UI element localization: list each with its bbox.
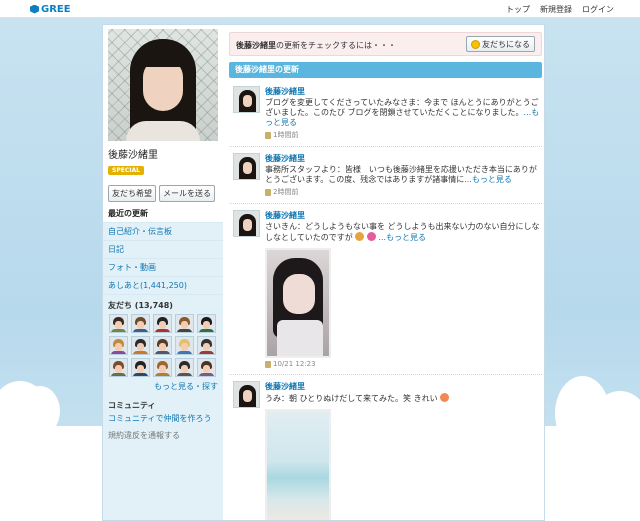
notice-name: 後藤沙緒里 (236, 41, 276, 50)
friend-avatar[interactable] (197, 358, 216, 377)
item-text: さいきん：どうしようもない事を どうしようも出来ない力のない自分にしなしなとして… (265, 222, 540, 242)
feed-photo[interactable] (265, 248, 331, 358)
friend-avatar[interactable] (197, 314, 216, 333)
memo-icon (265, 360, 271, 368)
profile-name: 後藤沙緒里 (108, 150, 158, 161)
add-friend-button[interactable]: 友だち希望 (108, 185, 156, 202)
report-link[interactable]: 規約違反を通報する (103, 424, 223, 441)
sidebar-item-recent[interactable]: 最近の更新 (103, 205, 223, 223)
community-link[interactable]: コミュニティで仲間を作ろう (103, 411, 223, 424)
feed-photo[interactable] (265, 409, 331, 520)
sidebar-menu: 最近の更新 自己紹介・伝言板 日記 フォト・動画 あしあと(1,441,250)… (103, 205, 223, 520)
item-author[interactable]: 後藤沙緒里 (265, 86, 542, 97)
feed-header: 後藤沙緒里の更新 (229, 62, 542, 78)
friend-notice: 後藤沙緒里の更新をチェックするには・・・ 友だちになる (229, 32, 542, 56)
item-text: 事務所スタッフより：皆様 いつも後藤沙緒里を応援いただき本当にありがとうございま… (265, 165, 537, 184)
friend-avatar[interactable] (197, 336, 216, 355)
friend-avatar[interactable] (131, 314, 150, 333)
friend-avatar[interactable] (175, 314, 194, 333)
community-title: コミュニティ (108, 401, 156, 410)
smile-icon (471, 39, 480, 49)
friend-avatar[interactable] (175, 336, 194, 355)
nav-register-link[interactable]: 新規登録 (540, 4, 572, 15)
sidebar-item-diary[interactable]: 日記 (103, 241, 223, 259)
author-avatar[interactable] (233, 86, 260, 113)
item-time: 1時間前 (265, 130, 542, 140)
friend-avatar[interactable] (153, 314, 172, 333)
main-column: 後藤沙緒里の更新をチェックするには・・・ 友だちになる 後藤沙緒里の更新 後藤沙… (229, 25, 542, 520)
friend-avatar[interactable] (131, 358, 150, 377)
page-container: 後藤沙緒里 SPECIAL 友だち希望 メールを送る 最近の更新 自己紹介・伝言… (102, 24, 545, 521)
feed-item: 後藤沙緒里 事務所スタッフより：皆様 いつも後藤沙緒里を応援いただき本当にありが… (229, 153, 542, 204)
friend-avatar[interactable] (153, 336, 172, 355)
friend-avatar[interactable] (175, 358, 194, 377)
top-nav: トップ 新規登録 ログイン (506, 4, 614, 15)
friend-avatar[interactable] (109, 314, 128, 333)
sparkle-emoji-icon (366, 232, 376, 241)
memo-icon (265, 131, 271, 139)
sidebar-item-footprints[interactable]: あしあと(1,441,250) (103, 277, 223, 295)
profile-card: 後藤沙緒里 SPECIAL 友だち希望 メールを送る (103, 25, 223, 205)
nav-login-link[interactable]: ログイン (582, 4, 614, 15)
sidebar-item-photo[interactable]: フォト・動画 (103, 259, 223, 277)
nav-top-link[interactable]: トップ (506, 4, 530, 15)
memo-icon (265, 188, 271, 196)
blush-emoji-icon (440, 393, 450, 402)
friend-grid (103, 314, 223, 377)
friend-avatar[interactable] (153, 358, 172, 377)
notice-text: 後藤沙緒里の更新をチェックするには・・・ (236, 40, 396, 51)
author-avatar[interactable] (233, 381, 260, 408)
notice-message: の更新をチェックするには・・・ (276, 41, 396, 50)
cat-emoji-icon (355, 232, 365, 241)
item-text: うみ：朝 ひとりぬけだして来てみた。笑 きれい (265, 393, 542, 404)
top-bar: GREE トップ 新規登録 ログイン (0, 0, 640, 18)
special-badge: SPECIAL (108, 166, 144, 175)
item-author[interactable]: 後藤沙緒里 (265, 153, 542, 164)
more-link[interactable]: ...もっと見る (378, 233, 426, 242)
item-time: 10/21 12:23 (265, 360, 542, 368)
friends-more-link[interactable]: もっと見る・探す (103, 377, 223, 392)
item-time: 2時間前 (265, 187, 542, 197)
feed-list: 後藤沙緒里 ブログを変更してくださっていたみなさま：今まで ほんとうにありがとう… (229, 86, 542, 520)
sidebar-item-intro[interactable]: 自己紹介・伝言板 (103, 223, 223, 241)
become-friend-button[interactable]: 友だちになる (466, 36, 535, 52)
item-author[interactable]: 後藤沙緒里 (265, 210, 542, 221)
feed-item: 後藤沙緒里 ブログを変更してくださっていたみなさま：今まで ほんとうにありがとう… (229, 86, 542, 147)
feed-item: 後藤沙緒里 さいきん：どうしようもない事を どうしようも出来ない力のない自分にし… (229, 210, 542, 375)
more-link[interactable]: ...もっと見る (464, 175, 512, 184)
friend-avatar[interactable] (131, 336, 150, 355)
become-friend-label: 友だちになる (482, 39, 530, 49)
friend-avatar[interactable] (109, 358, 128, 377)
feed-item: 後藤沙緒里 うみ：朝 ひとりぬけだして来てみた。笑 きれい (229, 381, 542, 520)
profile-actions: 友だち希望 メールを送る (108, 185, 218, 202)
author-avatar[interactable] (233, 210, 260, 237)
friends-title: 友だち (13,748) (108, 301, 173, 310)
gree-logo[interactable]: GREE (30, 3, 71, 15)
send-mail-button[interactable]: メールを送る (159, 185, 215, 202)
sidebar: 後藤沙緒里 SPECIAL 友だち希望 メールを送る 最近の更新 自己紹介・伝言… (103, 25, 223, 520)
friend-avatar[interactable] (109, 336, 128, 355)
gree-logo-icon (30, 4, 39, 14)
author-avatar[interactable] (233, 153, 260, 180)
logo-text: GREE (41, 3, 71, 15)
item-author[interactable]: 後藤沙緒里 (265, 381, 542, 392)
profile-photo[interactable] (108, 29, 218, 141)
item-text: ブログを変更してくださっていたみなさま：今まで ほんとうにありがとうございました… (265, 98, 540, 127)
